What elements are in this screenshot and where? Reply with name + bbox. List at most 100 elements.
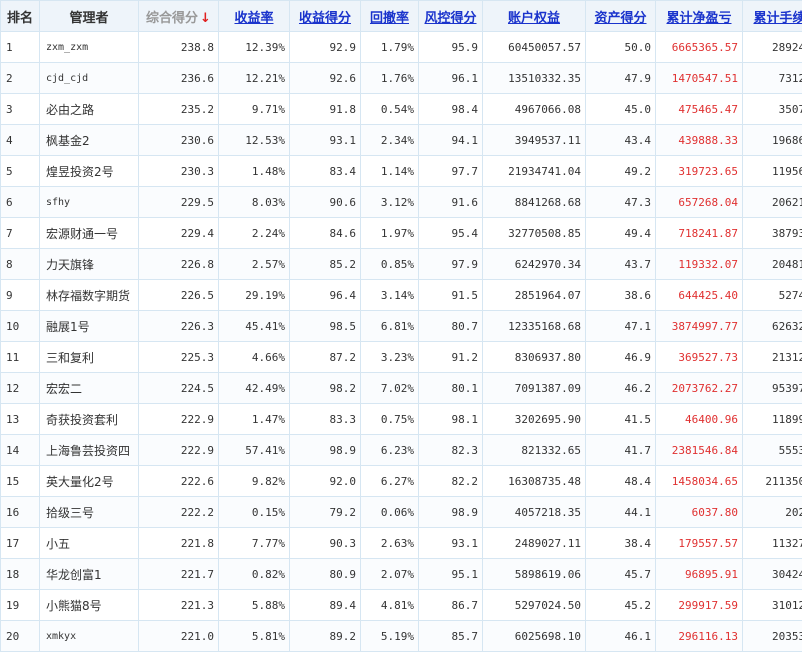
cell-asset-score: 46.1 xyxy=(585,620,656,652)
cell-drawdown: 7.02% xyxy=(360,372,419,404)
col-header-asset-score[interactable]: 资产得分 xyxy=(585,0,656,32)
cell-manager: 上海鲁芸投资四 xyxy=(39,434,139,466)
cell-total-score: 226.3 xyxy=(138,310,219,342)
cell-rank: 20 xyxy=(0,620,40,652)
cell-net-pnl: 179557.57 xyxy=(655,527,743,559)
cell-fees: 21312.27 xyxy=(742,341,802,373)
col-header-fees[interactable]: 累计手续费 xyxy=(742,0,802,32)
cell-total-score: 238.8 xyxy=(138,31,219,63)
table-row: 14 上海鲁芸投资四 222.9 57.41% 98.9 6.23% 82.3 821332.… xyxy=(0,434,802,466)
cell-total-score: 226.8 xyxy=(138,248,219,280)
cell-equity: 2851964.07 xyxy=(482,279,586,311)
cell-net-pnl: 299917.59 xyxy=(655,589,743,621)
cell-net-pnl: 644425.40 xyxy=(655,279,743,311)
cell-equity: 5898619.06 xyxy=(482,558,586,590)
cell-risk-score: 94.1 xyxy=(418,124,483,156)
cell-net-pnl: 475465.47 xyxy=(655,93,743,125)
cell-asset-score: 45.7 xyxy=(585,558,656,590)
cell-asset-score: 49.2 xyxy=(585,155,656,187)
col-header-return-score[interactable]: 收益得分 xyxy=(289,0,361,32)
cell-return-score: 83.3 xyxy=(289,403,361,435)
cell-risk-score: 82.3 xyxy=(418,434,483,466)
cell-net-pnl: 1458034.65 xyxy=(655,465,743,497)
cell-equity: 6025698.10 xyxy=(482,620,586,652)
cell-total-score: 222.2 xyxy=(138,496,219,528)
cell-rank: 13 xyxy=(0,403,40,435)
cell-risk-score: 85.7 xyxy=(418,620,483,652)
cell-total-score: 226.5 xyxy=(138,279,219,311)
cell-fees: 5553.16 xyxy=(742,434,802,466)
cell-risk-score: 95.1 xyxy=(418,558,483,590)
cell-risk-score: 96.1 xyxy=(418,62,483,94)
cell-risk-score: 80.1 xyxy=(418,372,483,404)
col-header-risk-score[interactable]: 风控得分 xyxy=(418,0,483,32)
cell-fees: 20481.34 xyxy=(742,248,802,280)
col-header-equity[interactable]: 账户权益 xyxy=(482,0,586,32)
cell-rank: 16 xyxy=(0,496,40,528)
cell-risk-score: 95.4 xyxy=(418,217,483,249)
cell-rank: 17 xyxy=(0,527,40,559)
cell-return-score: 89.4 xyxy=(289,589,361,621)
cell-total-score: 230.3 xyxy=(138,155,219,187)
cell-asset-score: 49.4 xyxy=(585,217,656,249)
cell-total-score: 222.6 xyxy=(138,465,219,497)
cell-equity: 21934741.04 xyxy=(482,155,586,187)
cell-manager: 英大量化2号 xyxy=(39,465,139,497)
cell-manager: 宏源财通一号 xyxy=(39,217,139,249)
cell-drawdown: 2.34% xyxy=(360,124,419,156)
cell-return-score: 89.2 xyxy=(289,620,361,652)
cell-fees: 11956.35 xyxy=(742,155,802,187)
cell-return-rate: 5.88% xyxy=(218,589,290,621)
cell-return-rate: 0.15% xyxy=(218,496,290,528)
cell-return-score: 98.5 xyxy=(289,310,361,342)
cell-total-score: 221.0 xyxy=(138,620,219,652)
cell-asset-score: 48.4 xyxy=(585,465,656,497)
cell-drawdown: 1.14% xyxy=(360,155,419,187)
cell-return-rate: 57.41% xyxy=(218,434,290,466)
cell-asset-score: 43.4 xyxy=(585,124,656,156)
cell-equity: 8306937.80 xyxy=(482,341,586,373)
cell-total-score: 235.2 xyxy=(138,93,219,125)
table-row: 19 小熊猫8号 221.3 5.88% 89.4 4.81% 86.7 5297024.50… xyxy=(0,589,802,621)
cell-total-score: 221.8 xyxy=(138,527,219,559)
cell-asset-score: 47.9 xyxy=(585,62,656,94)
table-row: 13 奇获投资套利 222.9 1.47% 83.3 0.75% 98.1 3202695.9… xyxy=(0,403,802,435)
cell-net-pnl: 2381546.84 xyxy=(655,434,743,466)
cell-return-score: 85.2 xyxy=(289,248,361,280)
cell-fees: 11899.04 xyxy=(742,403,802,435)
cell-total-score: 229.4 xyxy=(138,217,219,249)
table-row: 9 林存福数字期货 226.5 29.19% 96.4 3.14% 91.5 2851964.… xyxy=(0,279,802,311)
cell-asset-score: 44.1 xyxy=(585,496,656,528)
cell-drawdown: 0.54% xyxy=(360,93,419,125)
cell-return-score: 87.2 xyxy=(289,341,361,373)
col-header-drawdown[interactable]: 回撤率 xyxy=(360,0,419,32)
col-header-return-rate[interactable]: 收益率 xyxy=(218,0,290,32)
cell-equity: 821332.65 xyxy=(482,434,586,466)
cell-fees: 3507.53 xyxy=(742,93,802,125)
col-header-total-score[interactable]: 综合得分 ↓ xyxy=(138,0,219,32)
cell-fees: 20353.87 xyxy=(742,620,802,652)
cell-rank: 14 xyxy=(0,434,40,466)
cell-manager: 枫基金2 xyxy=(39,124,139,156)
cell-return-rate: 4.66% xyxy=(218,341,290,373)
col-header-net-pnl[interactable]: 累计净盈亏 xyxy=(655,0,743,32)
cell-return-rate: 9.82% xyxy=(218,465,290,497)
cell-return-score: 83.4 xyxy=(289,155,361,187)
cell-total-score: 222.9 xyxy=(138,403,219,435)
cell-fees: 38793.13 xyxy=(742,217,802,249)
cell-asset-score: 38.6 xyxy=(585,279,656,311)
cell-return-rate: 12.53% xyxy=(218,124,290,156)
cell-drawdown: 4.81% xyxy=(360,589,419,621)
cell-return-rate: 45.41% xyxy=(218,310,290,342)
header-row: 排名 管理者 综合得分 ↓ 收益率 收益得分 回撤率 风控得分 账户权益 资产得分… xyxy=(0,0,802,32)
cell-drawdown: 0.75% xyxy=(360,403,419,435)
table-row: 10 融展1号 226.3 45.41% 98.5 6.81% 80.7 12335168.6… xyxy=(0,310,802,342)
table-row: 17 小五 221.8 7.77% 90.3 2.63% 93.1 2489027.11 38.… xyxy=(0,527,802,559)
cell-equity: 60450057.57 xyxy=(482,31,586,63)
table-row: 8 力天旗锋 226.8 2.57% 85.2 0.85% 97.9 6242970.34 43… xyxy=(0,248,802,280)
cell-fees: 211350.35 xyxy=(742,465,802,497)
cell-return-score: 90.6 xyxy=(289,186,361,218)
cell-return-rate: 2.57% xyxy=(218,248,290,280)
cell-rank: 12 xyxy=(0,372,40,404)
cell-asset-score: 43.7 xyxy=(585,248,656,280)
